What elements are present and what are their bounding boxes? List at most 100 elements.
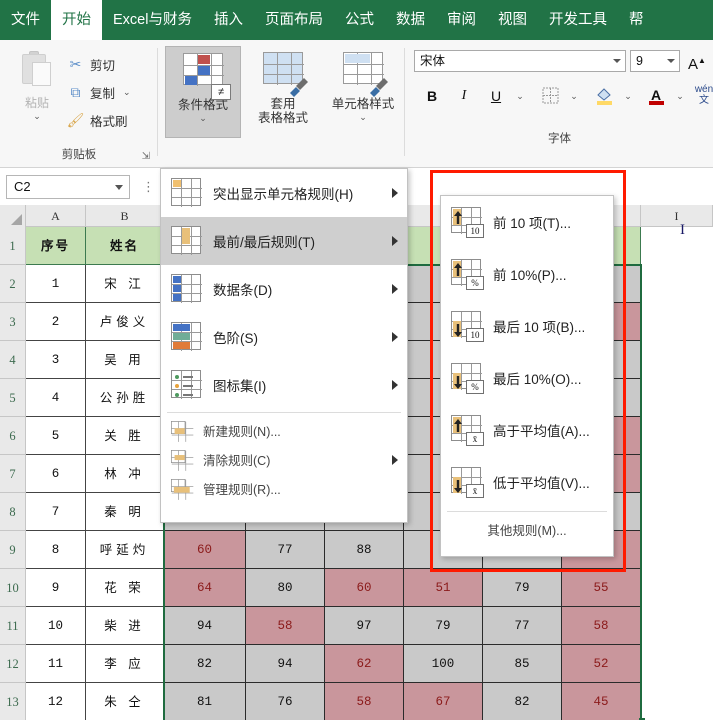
cell-b11[interactable]: 柴 进: [86, 607, 164, 645]
cell-a8[interactable]: 7: [26, 493, 86, 531]
ribbon-tab-9[interactable]: 开发工具: [538, 0, 618, 40]
borders-chevron-down-icon[interactable]: ⌄: [562, 84, 586, 108]
row-header-7[interactable]: 7: [0, 455, 26, 493]
cell-a11[interactable]: 10: [26, 607, 86, 645]
formula-bar-grip[interactable]: ⋮: [142, 179, 156, 195]
ribbon-tab-1[interactable]: 开始: [51, 0, 102, 40]
cell-G13[interactable]: 82: [483, 683, 562, 720]
row-header-6[interactable]: 6: [0, 417, 26, 455]
ribbon-tab-2[interactable]: Excel与财务: [102, 0, 203, 40]
row-header-13[interactable]: 13: [0, 683, 26, 720]
submenu-item-bottom-10-percent-icon[interactable]: % 最后 10%(O)...: [441, 352, 613, 404]
cell-C11[interactable]: 94: [164, 607, 246, 645]
ribbon-tab-7[interactable]: 审阅: [436, 0, 487, 40]
cell-b7[interactable]: 林 冲: [86, 455, 164, 493]
cell-E10[interactable]: 60: [325, 569, 404, 607]
cell-b6[interactable]: 关 胜: [86, 417, 164, 455]
cell-b1[interactable]: 姓名: [86, 227, 164, 265]
cell-b10[interactable]: 花 荣: [86, 569, 164, 607]
fill-color-chevron-down-icon[interactable]: ⌄: [616, 84, 640, 108]
row-header-2[interactable]: 2: [0, 265, 26, 303]
menu-item-manage-rules-icon[interactable]: 管理规则(R)...: [161, 474, 407, 503]
fill-color-icon[interactable]: [592, 84, 616, 108]
borders-icon[interactable]: [538, 84, 562, 108]
cell-a9[interactable]: 8: [26, 531, 86, 569]
menu-item-data-bars-icon[interactable]: 数据条(D): [161, 265, 407, 313]
cell-F10[interactable]: 51: [404, 569, 483, 607]
cell-a4[interactable]: 3: [26, 341, 86, 379]
cell-styles-chevron-down-icon[interactable]: ⌄: [321, 112, 405, 123]
submenu-item-top-10-items-icon[interactable]: 10 前 10 项(T)...: [441, 196, 613, 248]
cell-C10[interactable]: 64: [164, 569, 246, 607]
copy-chevron-down-icon[interactable]: ⌄: [123, 87, 131, 98]
row-header-9[interactable]: 9: [0, 531, 26, 569]
italic-button[interactable]: I: [452, 84, 476, 108]
column-header-a[interactable]: A: [26, 205, 86, 227]
menu-item-new-rule-icon[interactable]: 新建规则(N)...: [161, 416, 407, 445]
row-header-5[interactable]: 5: [0, 379, 26, 417]
cell-b3[interactable]: 卢俊义: [86, 303, 164, 341]
menu-item-clear-rule-icon[interactable]: 清除规则(C): [161, 445, 407, 474]
format-painter-button[interactable]: 🖌 格式刷: [66, 108, 128, 132]
ribbon-tab-6[interactable]: 数据: [385, 0, 436, 40]
cell-a5[interactable]: 4: [26, 379, 86, 417]
cell-E12[interactable]: 62: [325, 645, 404, 683]
cell-D9[interactable]: 77: [246, 531, 325, 569]
name-box-chevron-down-icon[interactable]: [115, 185, 123, 190]
conditional-formatting-chevron-down-icon[interactable]: ⌄: [166, 113, 240, 124]
cell-a6[interactable]: 5: [26, 417, 86, 455]
row-header-12[interactable]: 12: [0, 645, 26, 683]
cell-H11[interactable]: 58: [562, 607, 641, 645]
cell-styles-button[interactable]: 单元格样式 ⌄: [321, 46, 405, 138]
ribbon-tab-5[interactable]: 公式: [334, 0, 385, 40]
column-header-i[interactable]: I: [641, 205, 713, 227]
cell-D11[interactable]: 58: [246, 607, 325, 645]
bold-button[interactable]: B: [420, 84, 444, 108]
cell-G12[interactable]: 85: [483, 645, 562, 683]
submenu-item-top-10-percent-icon[interactable]: % 前 10%(P)...: [441, 248, 613, 300]
submenu-item-above-average-icon[interactable]: x̄ 高于平均值(A)...: [441, 404, 613, 456]
cell-G10[interactable]: 79: [483, 569, 562, 607]
cell-E11[interactable]: 97: [325, 607, 404, 645]
menu-item-top-bottom-rules-icon[interactable]: 最前/最后规则(T): [161, 217, 407, 265]
ribbon-tab-8[interactable]: 视图: [487, 0, 538, 40]
menu-item-color-scales-icon[interactable]: 色阶(S): [161, 313, 407, 361]
cell-a2[interactable]: 1: [26, 265, 86, 303]
cell-b5[interactable]: 公孙胜: [86, 379, 164, 417]
paste-button[interactable]: 粘贴 ⌄: [8, 48, 66, 130]
row-header-1[interactable]: 1: [0, 227, 26, 265]
cell-H13[interactable]: 45: [562, 683, 641, 720]
cell-b2[interactable]: 宋 江: [86, 265, 164, 303]
ribbon-tab-3[interactable]: 插入: [203, 0, 254, 40]
cell-b4[interactable]: 吴 用: [86, 341, 164, 379]
cell-a13[interactable]: 12: [26, 683, 86, 720]
cut-button[interactable]: ✂ 剪切: [66, 52, 115, 76]
menu-item-highlight-cells-rules-icon[interactable]: 突出显示单元格规则(H): [161, 169, 407, 217]
cell-H12[interactable]: 52: [562, 645, 641, 683]
conditional-formatting-button[interactable]: ≠ 条件格式 ⌄: [165, 46, 241, 138]
underline-chevron-down-icon[interactable]: ⌄: [508, 84, 532, 108]
cell-a10[interactable]: 9: [26, 569, 86, 607]
paste-chevron-down-icon[interactable]: ⌄: [8, 111, 66, 122]
font-color-chevron-down-icon[interactable]: ⌄: [668, 84, 692, 108]
cell-F13[interactable]: 67: [404, 683, 483, 720]
font-name-input[interactable]: 宋体: [414, 50, 626, 72]
cell-a3[interactable]: 2: [26, 303, 86, 341]
row-header-8[interactable]: 8: [0, 493, 26, 531]
select-all-corner[interactable]: [0, 205, 26, 227]
ribbon-tab-4[interactable]: 页面布局: [254, 0, 334, 40]
phonetic-guide-icon[interactable]: wén 文: [692, 84, 713, 108]
cell-D12[interactable]: 94: [246, 645, 325, 683]
column-header-b[interactable]: B: [86, 205, 164, 227]
cell-C13[interactable]: 81: [164, 683, 246, 720]
cell-F12[interactable]: 100: [404, 645, 483, 683]
font-name-chevron-down-icon[interactable]: [613, 59, 621, 63]
underline-button[interactable]: U: [484, 84, 508, 108]
copy-button[interactable]: ⧉ 复制 ⌄: [66, 80, 131, 104]
cell-D13[interactable]: 76: [246, 683, 325, 720]
cell-E13[interactable]: 58: [325, 683, 404, 720]
grow-font-icon[interactable]: A▲: [686, 50, 708, 73]
font-size-chevron-down-icon[interactable]: [667, 59, 675, 63]
cell-C12[interactable]: 82: [164, 645, 246, 683]
dialog-launcher-icon[interactable]: ⇲: [142, 151, 150, 162]
